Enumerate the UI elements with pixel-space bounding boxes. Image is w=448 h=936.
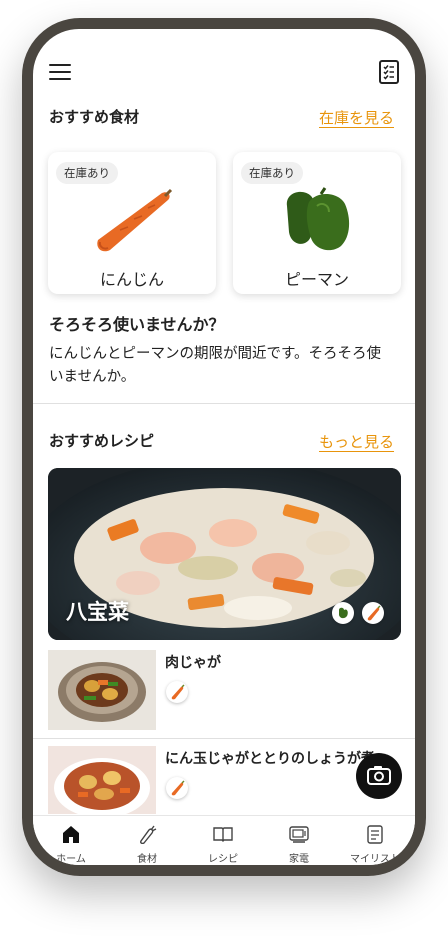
- nav-label: マイリスト: [350, 854, 400, 865]
- carrot-icon: [166, 777, 188, 799]
- ingredient-name: ピーマン: [284, 270, 349, 289]
- nav-label: 家電: [289, 854, 309, 865]
- nav-ingredients[interactable]: 食材: [109, 816, 185, 865]
- ingredient-card-pepper[interactable]: 在庫あり ピーマン: [233, 152, 401, 294]
- book-icon: [213, 827, 233, 842]
- view-stock-link[interactable]: 在庫を見る: [319, 107, 394, 128]
- carrot-icon: [362, 602, 384, 624]
- featured-recipe-card[interactable]: 八宝菜: [48, 468, 401, 640]
- ingredient-card-carrot[interactable]: 在庫あり にんじん: [48, 152, 216, 294]
- bottom-navigation: ホーム 食材 レシピ 家電 マイリスト: [33, 815, 415, 865]
- microwave-icon: [289, 826, 309, 843]
- camera-button[interactable]: [356, 753, 402, 799]
- nav-label: レシピ: [208, 854, 238, 865]
- nav-label: ホーム: [56, 854, 86, 865]
- recipes-section-title: おすすめレシピ: [49, 432, 155, 450]
- nav-label: 食材: [137, 854, 157, 865]
- carrot-icon: [140, 825, 157, 844]
- nav-appliances[interactable]: 家電: [261, 816, 337, 865]
- nikujaga-image[interactable]: [48, 650, 156, 730]
- ingredient-name: にんじん: [99, 270, 164, 289]
- camera-icon: [367, 766, 391, 785]
- list-divider: [33, 738, 415, 739]
- carrot-image: [97, 188, 173, 252]
- ingredients-section-title: おすすめ食材: [49, 108, 140, 126]
- featured-recipe-name: 八宝菜: [66, 600, 129, 624]
- app-screen: おすすめ食材 在庫を見る 在庫あり にんじん 在庫あり ピーマン そろそろ使いま…: [33, 29, 415, 865]
- stock-badge: 在庫あり: [56, 162, 118, 184]
- nav-home[interactable]: ホーム: [33, 816, 109, 865]
- green-pepper-icon: [332, 602, 354, 624]
- recipe-name[interactable]: 肉じゃが: [165, 652, 221, 672]
- section-divider: [33, 403, 415, 404]
- stock-badge: 在庫あり: [241, 162, 303, 184]
- carrot-icon: [166, 681, 188, 703]
- nav-mylist[interactable]: マイリスト: [337, 816, 413, 865]
- more-recipes-link[interactable]: もっと見る: [319, 431, 394, 452]
- hamburger-menu-icon[interactable]: [49, 64, 71, 80]
- notice-title: そろそろ使いませんか？: [49, 315, 225, 334]
- nav-recipes[interactable]: レシピ: [185, 816, 261, 865]
- checklist-icon[interactable]: [379, 60, 399, 84]
- chicken-potato-stew-image[interactable]: [48, 746, 156, 814]
- recipe-name[interactable]: にん玉じゃがととりのしょうが煮: [165, 748, 375, 768]
- green-pepper-image: [286, 187, 350, 251]
- notice-body: にんじんとピーマンの期限が間近です。そろそろ使いませんか。: [49, 346, 382, 385]
- list-icon: [367, 825, 383, 844]
- home-icon: [63, 826, 79, 843]
